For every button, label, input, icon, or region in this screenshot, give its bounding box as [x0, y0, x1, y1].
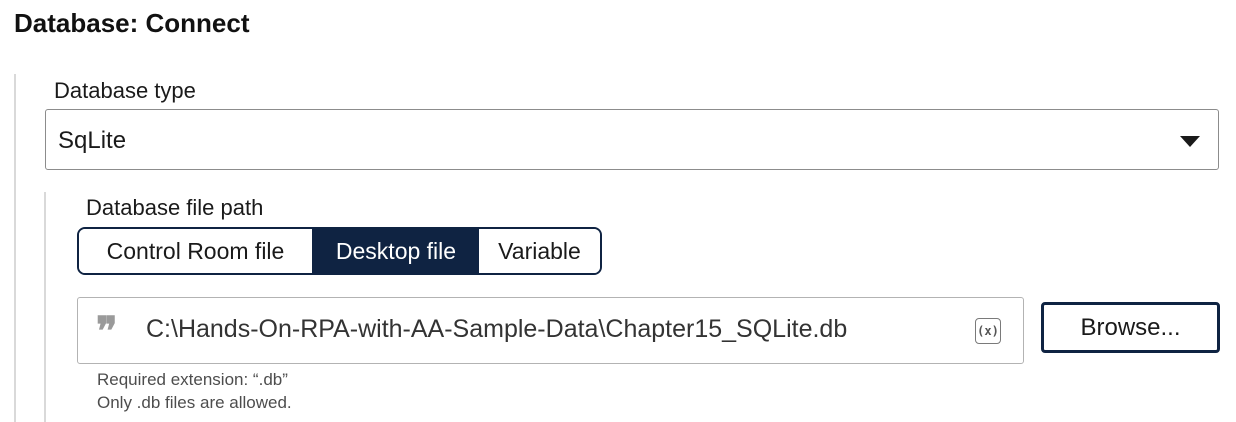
- database-type-value: SqLite: [58, 127, 127, 154]
- tab-desktop-file[interactable]: Desktop file: [313, 229, 479, 273]
- database-type-label: Database type: [54, 78, 196, 103]
- database-type-select[interactable]: SqLite: [45, 109, 1219, 170]
- database-file-path-label: Database file path: [86, 195, 264, 220]
- browse-button[interactable]: Browse...: [1041, 302, 1220, 353]
- outer-section-rail: [14, 74, 16, 422]
- file-source-segmented-control: Control Room file Desktop file Variable: [77, 227, 602, 275]
- hint-allowed-files: Only .db files are allowed.: [97, 393, 292, 412]
- inner-section-rail: [44, 192, 46, 422]
- tab-variable[interactable]: Variable: [479, 229, 600, 273]
- page-title: Database: Connect: [14, 8, 250, 38]
- tab-control-room-file[interactable]: Control Room file: [79, 229, 313, 273]
- file-path-input[interactable]: ❞ C:\Hands-On-RPA-with-AA-Sample-Data\Ch…: [77, 297, 1024, 364]
- hint-required-extension: Required extension: “.db”: [97, 370, 288, 389]
- quote-icon: ❞: [96, 308, 117, 355]
- caret-down-icon[interactable]: [1180, 136, 1200, 147]
- variable-icon[interactable]: (x): [975, 318, 1001, 344]
- file-path-value[interactable]: C:\Hands-On-RPA-with-AA-Sample-Data\Chap…: [146, 315, 847, 344]
